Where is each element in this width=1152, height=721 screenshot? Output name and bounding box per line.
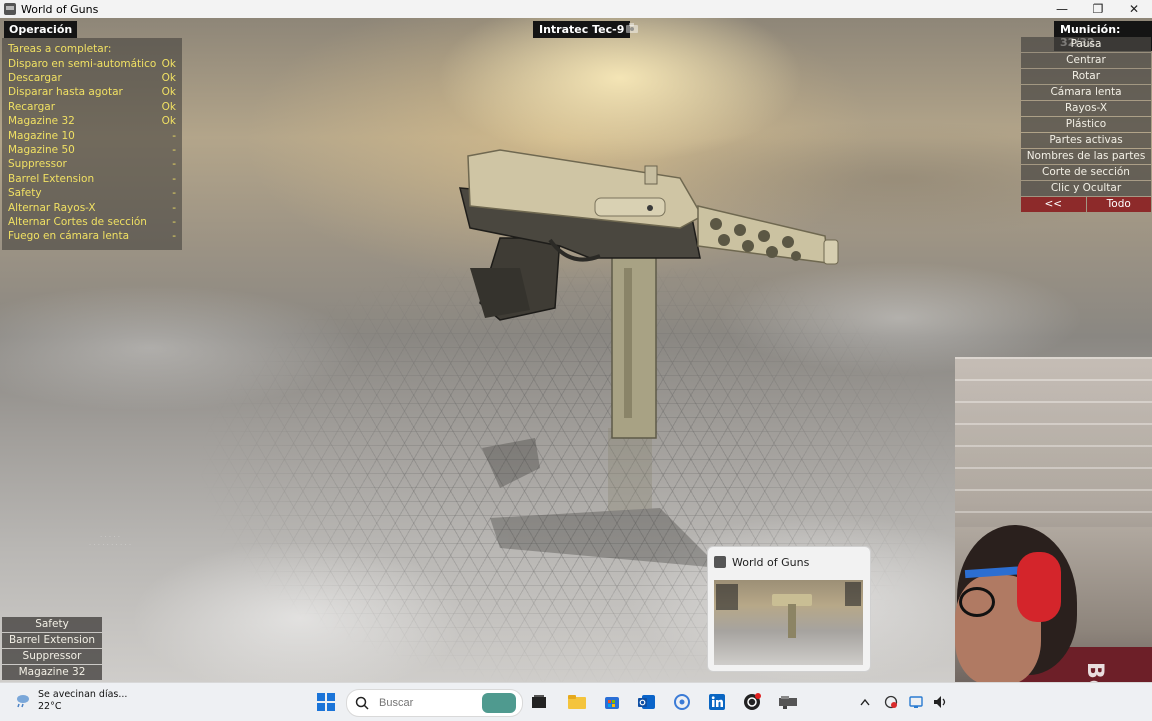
task-status: -	[172, 201, 176, 214]
preview-title-row: World of Guns	[708, 547, 870, 577]
store-icon[interactable]	[602, 692, 622, 712]
task-item: Magazine 50-	[8, 143, 176, 156]
folder-icon[interactable]	[567, 692, 587, 712]
start-icon[interactable]	[316, 692, 336, 712]
weather-icon	[17, 695, 29, 708]
ceiling-beams	[955, 357, 1152, 527]
temperature: 22°C	[38, 701, 62, 712]
webcam-overlay: Befo	[955, 357, 1152, 720]
task-status: -	[172, 172, 176, 185]
active-parts-button[interactable]: Partes activas	[1021, 133, 1151, 148]
plastic-button[interactable]: Plástico	[1021, 117, 1151, 132]
glasses	[959, 587, 995, 617]
back-button[interactable]: <<	[1021, 197, 1086, 212]
security-icon[interactable]	[883, 694, 899, 710]
rotate-button[interactable]: Rotar	[1021, 69, 1151, 84]
task-status: Ok	[161, 86, 176, 99]
restore-button[interactable]: ❐	[1080, 0, 1116, 18]
task-item: Disparo en semi-automático Ok	[8, 57, 176, 70]
task-status: -	[172, 129, 176, 142]
task-panel: Tareas a completar: Disparo en semi-auto…	[2, 38, 182, 250]
taskbar-preview[interactable]: World of Guns	[707, 546, 871, 672]
task-item: Safety -	[8, 187, 176, 200]
part-button-safety[interactable]: Safety	[2, 617, 102, 632]
minimize-button[interactable]: —	[1044, 0, 1080, 18]
gun-model[interactable]	[440, 128, 860, 608]
task-item: Alternar Cortes de sección -	[8, 215, 176, 228]
task-item: Barrel Extension -	[8, 172, 176, 185]
task-status: -	[172, 158, 176, 171]
task-status: Ok	[161, 100, 176, 113]
task-status: -	[172, 187, 176, 200]
task-heading: Tareas a completar:	[8, 43, 112, 55]
center-button[interactable]: Centrar	[1021, 53, 1151, 68]
control-menu: Pausa Centrar Rotar Cámara lenta Rayos-X…	[1021, 37, 1151, 213]
volume-icon[interactable]	[933, 694, 949, 710]
search-input[interactable]	[377, 696, 461, 710]
preview-title: World of Guns	[732, 555, 810, 569]
weather-widget[interactable]: Se avecinan días... 22°C	[14, 689, 127, 713]
click-hide-button[interactable]: Clic y Ocultar	[1021, 181, 1151, 196]
part-names-button[interactable]: Nombres de las partes	[1021, 149, 1151, 164]
task-status: Ok	[161, 71, 176, 84]
part-button-barrel-extension[interactable]: Barrel Extension	[2, 633, 102, 648]
network-icon[interactable]	[908, 694, 924, 710]
search-box[interactable]	[346, 689, 523, 717]
cross-section-button[interactable]: Corte de sección	[1021, 165, 1151, 180]
close-button[interactable]: ✕	[1116, 0, 1152, 18]
gun-name-label: Intratec Tec-9	[533, 21, 631, 38]
part-button-magazine-32[interactable]: Magazine 32	[2, 665, 102, 680]
task-item: Alternar Rayos-X -	[8, 201, 176, 214]
obs-icon[interactable]	[742, 692, 762, 712]
chevron-up-icon[interactable]	[857, 694, 873, 710]
task-item: Suppressor -	[8, 158, 176, 171]
slow-motion-button[interactable]: Cámara lenta	[1021, 85, 1151, 100]
browser-icon[interactable]	[672, 692, 692, 712]
window-title: World of Guns	[21, 2, 99, 16]
app-icon	[4, 3, 16, 15]
camera-icon[interactable]	[626, 23, 638, 33]
search-highlight-image	[482, 693, 516, 713]
world-of-guns-icon[interactable]	[778, 692, 798, 712]
taskbar: Se avecinan días... 22°C	[0, 682, 1152, 721]
parts-panel: Safety Barrel Extension Suppressor Magaz…	[2, 617, 102, 681]
weather-text: Se avecinan días...	[38, 689, 128, 700]
task-status: -	[172, 230, 176, 243]
all-button[interactable]: Todo	[1086, 197, 1151, 212]
task-view-icon[interactable]	[529, 692, 549, 712]
watermark-text: · · · · · · · · · · · · · · ·	[88, 533, 132, 549]
linkedin-icon[interactable]	[707, 692, 727, 712]
task-status: Ok	[161, 57, 176, 70]
operation-label: Operación	[4, 21, 78, 38]
task-item: Descargar Ok	[8, 71, 176, 84]
part-button-suppressor[interactable]: Suppressor	[2, 649, 102, 664]
task-status: -	[172, 143, 176, 156]
search-icon	[355, 696, 369, 710]
task-item: Recargar Ok	[8, 100, 176, 113]
task-item: Disparar hasta agotar Ok	[8, 86, 176, 99]
pause-button[interactable]: Pausa	[1021, 37, 1151, 52]
outlook-icon[interactable]	[637, 692, 657, 712]
headset	[1017, 552, 1061, 622]
window-titlebar: World of Guns — ❐ ✕	[0, 0, 1152, 18]
task-status: Ok	[161, 115, 176, 128]
app-icon	[714, 556, 726, 568]
xray-button[interactable]: Rayos-X	[1021, 101, 1151, 116]
preview-thumbnail[interactable]	[714, 580, 863, 665]
task-item: Magazine 32 Ok	[8, 115, 176, 128]
task-item: Fuego en cámara lenta -	[8, 230, 176, 243]
task-status: -	[172, 215, 176, 228]
task-item: Magazine 10-	[8, 129, 176, 142]
